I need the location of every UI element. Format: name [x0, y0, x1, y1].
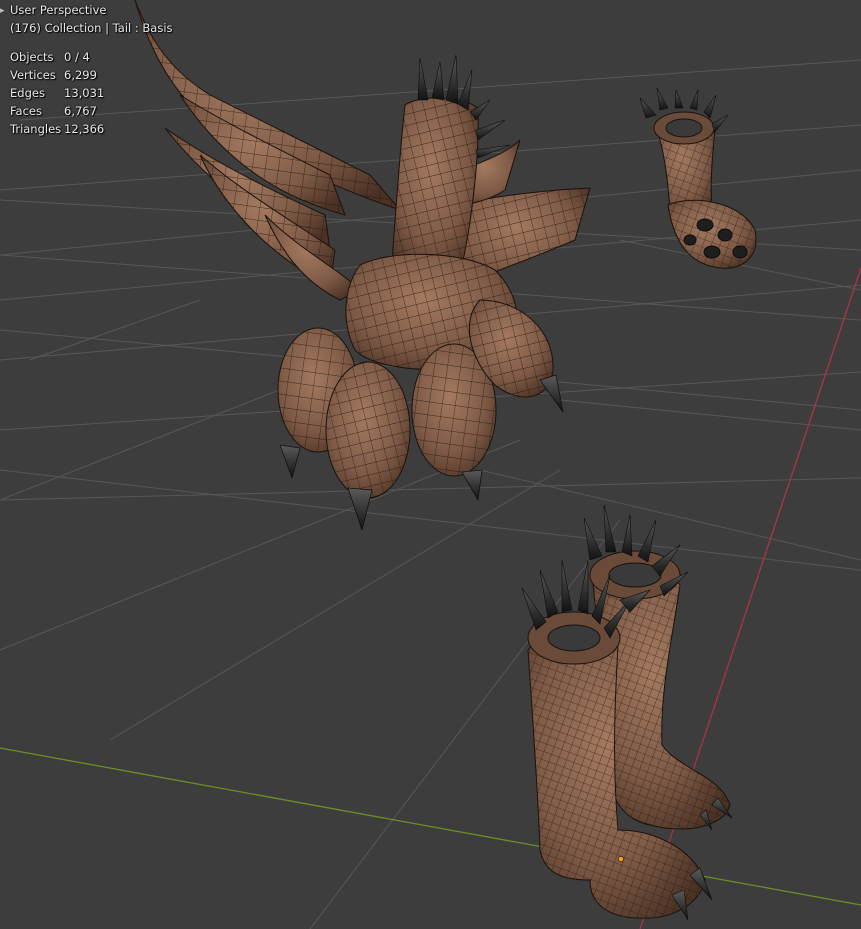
chevron-right-icon[interactable]: ▸: [0, 6, 5, 16]
object-origin-dot: [618, 856, 624, 862]
3d-viewport[interactable]: [0, 0, 861, 929]
mesh-small-paw[interactable]: [639, 87, 757, 269]
y-axis-line: [0, 747, 861, 906]
mesh-legs[interactable]: [521, 504, 733, 921]
mesh-winged-paw[interactable]: [134, 0, 591, 532]
